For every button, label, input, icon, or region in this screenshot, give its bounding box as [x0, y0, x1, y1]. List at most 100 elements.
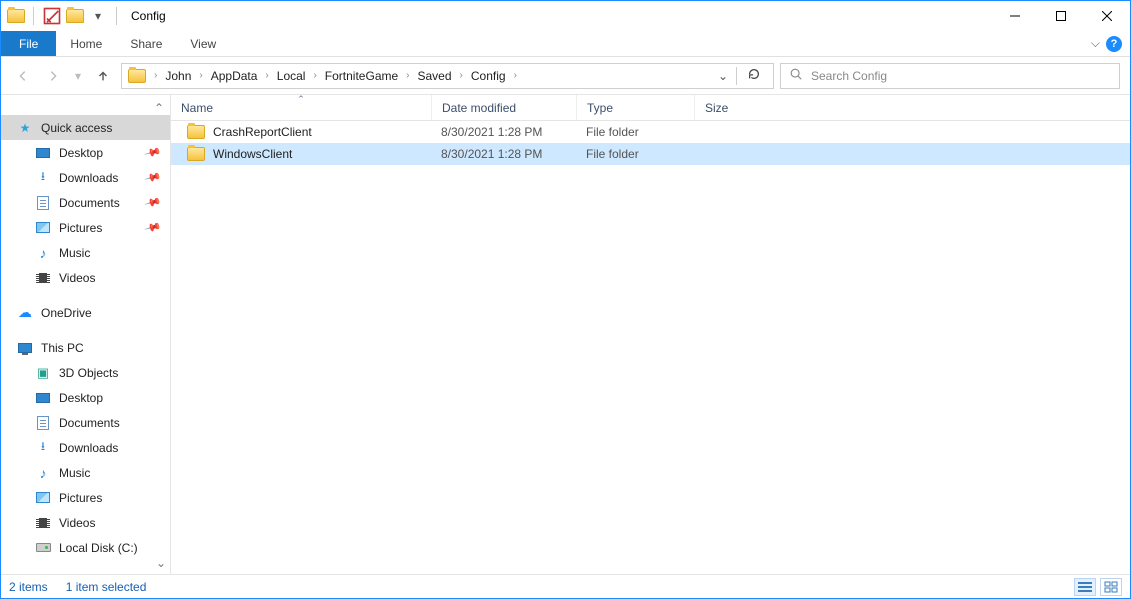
breadcrumb[interactable]: AppData: [207, 69, 262, 83]
nav-scroll-down-icon[interactable]: ⌄: [1, 556, 170, 574]
chevron-right-icon[interactable]: ›: [152, 70, 159, 81]
table-row[interactable]: CrashReportClient8/30/2021 1:28 PMFile f…: [171, 121, 1130, 143]
chevron-right-icon[interactable]: ›: [458, 70, 465, 81]
address-bar[interactable]: › John › AppData › Local › FortniteGame …: [121, 63, 774, 89]
3d-icon: ▣: [35, 365, 51, 381]
nav-item[interactable]: ▣ 3D Objects: [1, 360, 170, 385]
nav-label: 3D Objects: [59, 366, 118, 380]
nav-label: OneDrive: [41, 306, 92, 320]
nav-label: Music: [59, 246, 90, 260]
address-folder-icon: [128, 69, 146, 83]
breadcrumb[interactable]: John: [161, 69, 195, 83]
chevron-right-icon[interactable]: ›: [197, 70, 204, 81]
nav-label: Desktop: [59, 391, 103, 405]
view-large-icons-button[interactable]: [1100, 578, 1122, 596]
chevron-right-icon[interactable]: ›: [512, 70, 519, 81]
breadcrumb[interactable]: Config: [467, 69, 510, 83]
nav-item[interactable]: Videos: [1, 510, 170, 535]
nav-item[interactable]: ⭳Downloads: [1, 435, 170, 460]
qat-properties-icon[interactable]: [42, 6, 62, 26]
nav-item[interactable]: Desktop: [1, 385, 170, 410]
table-row[interactable]: WindowsClient8/30/2021 1:28 PMFile folde…: [171, 143, 1130, 165]
quick-access-toolbar: ▾: [1, 6, 127, 26]
pic-icon: [35, 490, 51, 506]
nav-label: Desktop: [59, 146, 103, 160]
column-header-size[interactable]: Size: [694, 95, 764, 120]
cloud-icon: ☁: [17, 305, 33, 321]
nav-label: Local Disk (C:): [59, 541, 138, 555]
qat-customize-icon[interactable]: ▾: [88, 6, 108, 26]
video-icon: [35, 270, 51, 286]
pin-icon: 📌: [144, 218, 162, 236]
body: ⌃ ★ Quick access Desktop📌⭳Downloads📌Docu…: [1, 95, 1130, 574]
nav-collapse-icon[interactable]: ⌃: [1, 101, 170, 115]
ribbon-expand-icon[interactable]: ⌵: [1091, 36, 1100, 51]
file-tab[interactable]: File: [1, 31, 56, 56]
search-box[interactable]: Search Config: [780, 63, 1120, 89]
refresh-icon[interactable]: [741, 67, 767, 84]
status-item-count: 2 items: [9, 580, 48, 594]
tab-share[interactable]: Share: [116, 31, 176, 56]
tab-view[interactable]: View: [176, 31, 230, 56]
search-icon: [789, 67, 803, 84]
nav-this-pc[interactable]: This PC: [1, 335, 170, 360]
sort-asc-icon: ⌃: [297, 94, 305, 105]
help-icon[interactable]: ?: [1106, 36, 1122, 52]
chevron-right-icon[interactable]: ›: [404, 70, 411, 81]
file-date: 8/30/2021 1:28 PM: [431, 125, 576, 139]
search-placeholder: Search Config: [811, 69, 887, 83]
music-icon: ♪: [35, 245, 51, 261]
qat-newfolder-icon[interactable]: [66, 9, 84, 23]
column-header-type[interactable]: Type: [576, 95, 694, 120]
ribbon-tabs: File Home Share View ⌵ ?: [1, 31, 1130, 57]
nav-item[interactable]: Videos: [1, 265, 170, 290]
column-headers: Name ⌃ Date modified Type Size: [171, 95, 1130, 121]
recent-locations-button[interactable]: ▾: [71, 64, 85, 88]
up-button[interactable]: [91, 64, 115, 88]
back-button[interactable]: [11, 64, 35, 88]
nav-label: Quick access: [41, 121, 112, 135]
nav-item[interactable]: Pictures 📌: [1, 215, 170, 240]
nav-item[interactable]: ♪ Music: [1, 240, 170, 265]
desktop-icon: [35, 145, 51, 161]
column-header-name[interactable]: Name ⌃: [171, 95, 431, 120]
star-icon: ★: [17, 120, 33, 136]
nav-item[interactable]: Desktop📌: [1, 140, 170, 165]
video-icon: [35, 515, 51, 531]
chevron-right-icon[interactable]: ›: [311, 70, 318, 81]
nav-item[interactable]: Documents: [1, 410, 170, 435]
nav-quick-access[interactable]: ★ Quick access: [1, 115, 170, 140]
file-date: 8/30/2021 1:28 PM: [431, 147, 576, 161]
maximize-button[interactable]: [1038, 1, 1084, 31]
address-history-icon[interactable]: ⌄: [714, 69, 732, 83]
download-icon: ⭳: [35, 170, 51, 186]
nav-onedrive[interactable]: ☁ OneDrive: [1, 300, 170, 325]
file-list[interactable]: CrashReportClient8/30/2021 1:28 PMFile f…: [171, 121, 1130, 574]
view-details-button[interactable]: [1074, 578, 1096, 596]
close-button[interactable]: [1084, 1, 1130, 31]
title-bar: ▾ Config: [1, 1, 1130, 31]
nav-label: This PC: [41, 341, 84, 355]
breadcrumb[interactable]: Local: [273, 69, 310, 83]
chevron-right-icon[interactable]: ›: [263, 70, 270, 81]
pin-icon: 📌: [144, 168, 162, 186]
column-label: Date modified: [442, 101, 516, 115]
pin-icon: 📌: [144, 193, 162, 211]
forward-button[interactable]: [41, 64, 65, 88]
nav-item[interactable]: ♪Music: [1, 460, 170, 485]
minimize-button[interactable]: [992, 1, 1038, 31]
separator: [736, 67, 737, 85]
nav-label: Videos: [59, 516, 95, 530]
nav-item[interactable]: Pictures: [1, 485, 170, 510]
folder-icon: [187, 125, 205, 139]
separator: [33, 7, 34, 25]
nav-item[interactable]: ⭳Downloads📌: [1, 165, 170, 190]
tab-home[interactable]: Home: [56, 31, 116, 56]
breadcrumb[interactable]: FortniteGame: [321, 69, 402, 83]
pc-icon: [17, 340, 33, 356]
nav-item[interactable]: Documents📌: [1, 190, 170, 215]
column-header-date[interactable]: Date modified: [431, 95, 576, 120]
nav-label: Pictures: [59, 221, 102, 235]
breadcrumb[interactable]: Saved: [414, 69, 456, 83]
navigation-pane: ⌃ ★ Quick access Desktop📌⭳Downloads📌Docu…: [1, 95, 171, 574]
